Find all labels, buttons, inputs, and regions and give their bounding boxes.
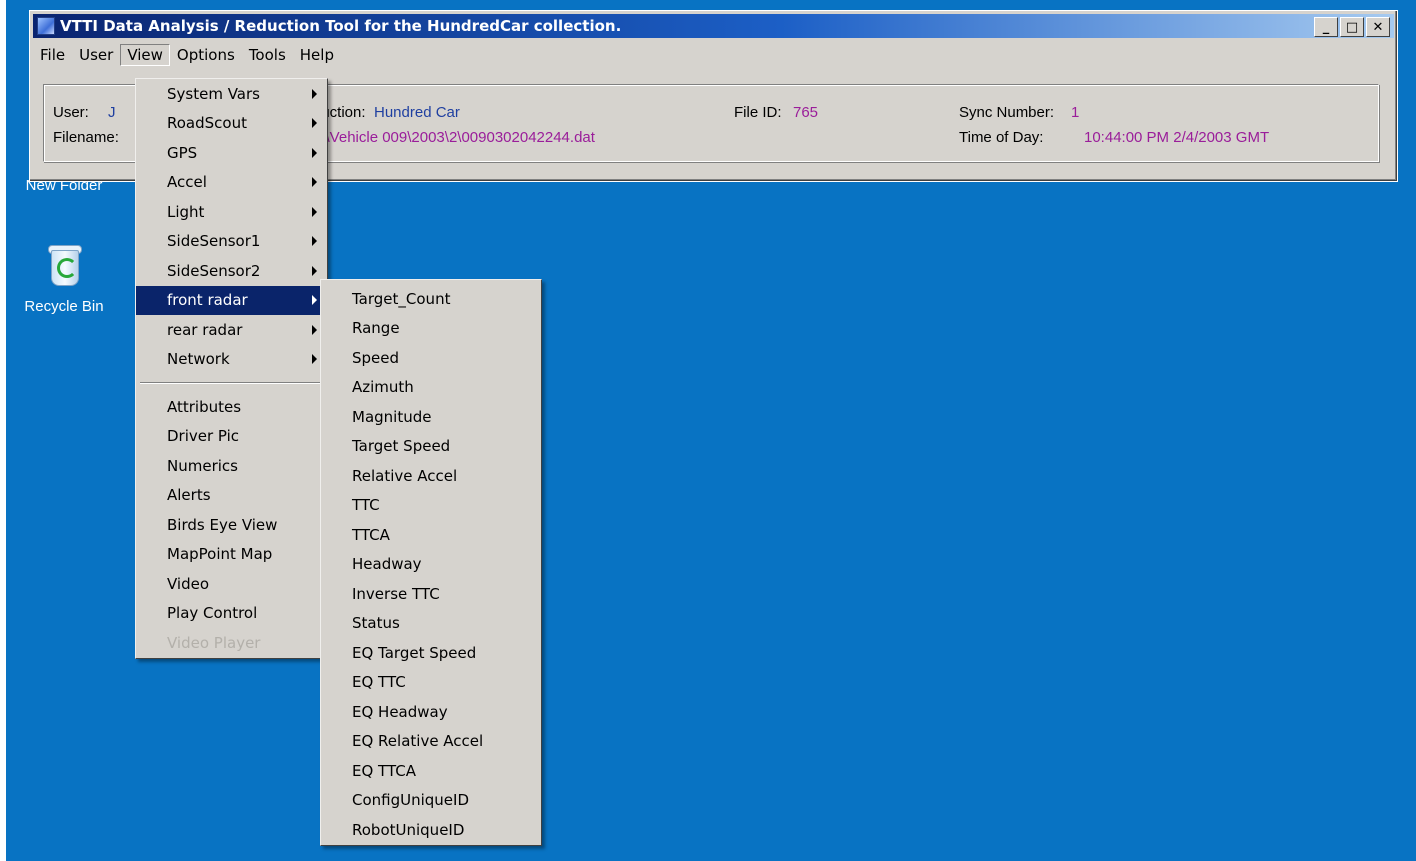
item-label: Light (167, 202, 205, 221)
view-menu-sidesensor2[interactable]: SideSensor2 (136, 256, 327, 286)
sync-number-value: 1 (1071, 104, 1080, 121)
submenu-arrow-icon (312, 236, 317, 247)
submenu-arrow-icon (312, 147, 317, 158)
view-menu-roadscout[interactable]: RoadScout (136, 109, 327, 139)
radar-item-target-speed[interactable]: Target Speed (321, 432, 541, 462)
radar-item-relative-accel[interactable]: Relative Accel (321, 461, 541, 491)
radar-item-range[interactable]: Range (321, 314, 541, 344)
radar-item-magnitude[interactable]: Magnitude (321, 402, 541, 432)
radar-item-status[interactable]: Status (321, 609, 541, 639)
submenu-arrow-icon (312, 88, 317, 99)
radar-item-robot-unique-id[interactable]: RobotUniqueID (321, 815, 541, 845)
submenu-arrow-icon (312, 118, 317, 129)
user-label: User: (53, 104, 89, 121)
item-label: RoadScout (167, 114, 247, 133)
menu-tools[interactable]: Tools (242, 44, 293, 66)
time-of-day-label: Time of Day: (959, 129, 1044, 146)
user-value: J (108, 104, 116, 121)
view-menu-front-radar[interactable]: front radar (136, 285, 327, 315)
submenu-arrow-icon (312, 354, 317, 365)
radar-item-inverse-ttc[interactable]: Inverse TTC (321, 579, 541, 609)
view-menu-driver-pic[interactable]: Driver Pic (136, 422, 327, 452)
recycle-bin-icon (46, 242, 82, 286)
item-label: SideSensor2 (167, 261, 261, 280)
item-label: front radar (167, 291, 248, 310)
view-menu: System Vars RoadScout GPS Accel Light Si… (135, 78, 328, 659)
minimize-button[interactable]: _ (1314, 17, 1338, 37)
submenu-arrow-icon (312, 177, 317, 188)
view-menu-gps[interactable]: GPS (136, 138, 327, 168)
menu-view[interactable]: View (120, 44, 170, 66)
menu-file[interactable]: File (33, 44, 72, 66)
menu-options[interactable]: Options (170, 44, 242, 66)
view-menu-mappoint-map[interactable]: MapPoint Map (136, 540, 327, 570)
view-menu-sidesensor1[interactable]: SideSensor1 (136, 227, 327, 257)
front-radar-submenu: Target_Count Range Speed Azimuth Magnitu… (320, 279, 542, 846)
radar-item-azimuth[interactable]: Azimuth (321, 373, 541, 403)
item-label: GPS (167, 143, 198, 162)
item-label: Network (167, 350, 230, 369)
submenu-arrow-icon (312, 265, 317, 276)
radar-item-eq-ttca[interactable]: EQ TTCA (321, 756, 541, 786)
submenu-arrow-icon (312, 324, 317, 335)
maximize-button[interactable]: □ (1340, 17, 1364, 37)
radar-item-eq-headway[interactable]: EQ Headway (321, 697, 541, 727)
view-menu-alerts[interactable]: Alerts (136, 481, 327, 511)
view-menu-video-player: Video Player (167, 633, 261, 652)
time-of-day-value: 10:44:00 PM 2/4/2003 GMT (1084, 129, 1270, 146)
item-label: rear radar (167, 320, 243, 339)
menu-bar: File User View Options Tools Help (33, 43, 341, 67)
radar-item-target-count[interactable]: Target_Count (321, 284, 541, 314)
file-id-value: 765 (793, 104, 819, 121)
radar-item-headway[interactable]: Headway (321, 550, 541, 580)
app-icon (37, 17, 55, 35)
submenu-arrow-icon (312, 206, 317, 217)
radar-item-eq-target-speed[interactable]: EQ Target Speed (321, 638, 541, 668)
view-menu-birds-eye-view[interactable]: Birds Eye View (136, 510, 327, 540)
radar-item-ttc[interactable]: TTC (321, 491, 541, 521)
file-id-label: File ID: (734, 104, 782, 121)
recycle-bin-label: Recycle Bin (24, 298, 104, 315)
radar-item-eq-ttc[interactable]: EQ TTC (321, 668, 541, 698)
title-bar[interactable]: VTTI Data Analysis / Reduction Tool for … (33, 14, 1394, 38)
submenu-arrow-icon (312, 295, 317, 306)
menu-user[interactable]: User (72, 44, 120, 66)
sync-number-label: Sync Number: (959, 104, 1055, 121)
menu-separator (136, 374, 327, 392)
menu-help[interactable]: Help (293, 44, 341, 66)
view-menu-network[interactable]: Network (136, 345, 327, 375)
filename-value: ta\Vehicle 009\2003\2\0090302042244.dat (313, 129, 595, 146)
view-menu-rear-radar[interactable]: rear radar (136, 315, 327, 345)
radar-item-speed[interactable]: Speed (321, 343, 541, 373)
close-button[interactable]: ✕ (1366, 17, 1390, 37)
view-menu-system-vars[interactable]: System Vars (136, 79, 327, 109)
reduction-value: Hundred Car (374, 104, 460, 121)
view-menu-attributes[interactable]: Attributes (136, 392, 327, 422)
desktop-icon-recycle-bin[interactable]: Recycle Bin (14, 242, 114, 315)
view-menu-play-control[interactable]: Play Control (136, 599, 327, 629)
view-menu-accel[interactable]: Accel (136, 168, 327, 198)
radar-item-eq-relative-accel[interactable]: EQ Relative Accel (321, 727, 541, 757)
radar-item-config-unique-id[interactable]: ConfigUniqueID (321, 786, 541, 816)
item-label: System Vars (167, 84, 260, 103)
item-label: Accel (167, 173, 207, 192)
view-menu-light[interactable]: Light (136, 197, 327, 227)
radar-item-ttca[interactable]: TTCA (321, 520, 541, 550)
view-menu-numerics[interactable]: Numerics (136, 451, 327, 481)
window-title: VTTI Data Analysis / Reduction Tool for … (60, 17, 622, 35)
filename-label: Filename: (53, 129, 119, 146)
item-label: SideSensor1 (167, 232, 261, 251)
view-menu-video[interactable]: Video (136, 569, 327, 599)
